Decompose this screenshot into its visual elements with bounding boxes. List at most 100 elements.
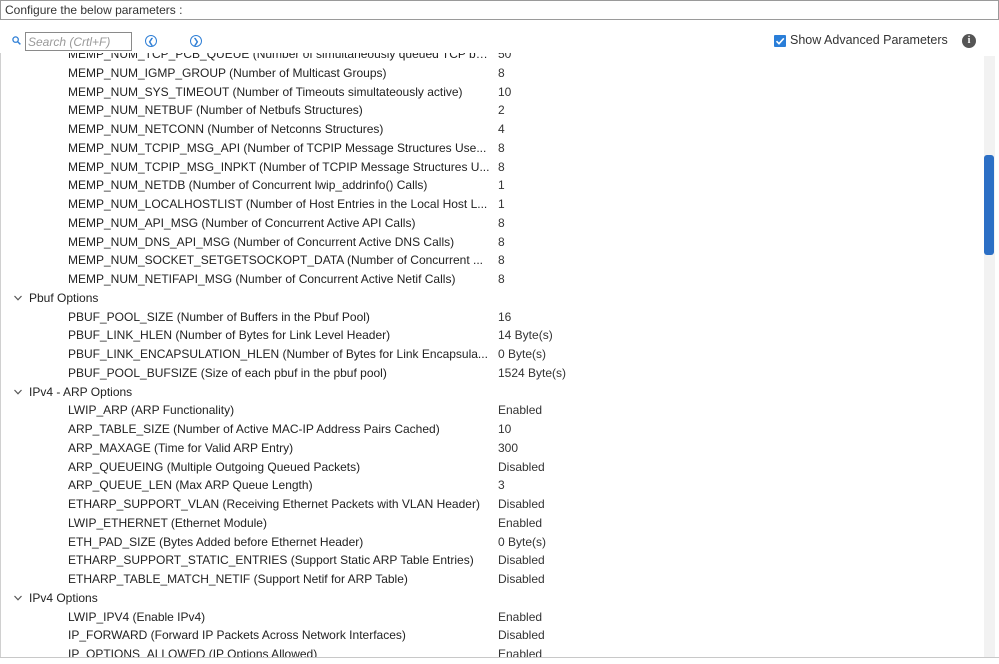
parameter-value[interactable]: 8 bbox=[498, 214, 505, 233]
parameter-name: MEMP_NUM_TCPIP_MSG_INPKT (Number of TCPI… bbox=[68, 159, 490, 174]
search-previous-button[interactable]: ❮ bbox=[145, 35, 157, 47]
parameter-row[interactable]: ETHARP_SUPPORT_STATIC_ENTRIES (Support S… bbox=[0, 551, 984, 570]
parameter-value[interactable]: Disabled bbox=[498, 495, 545, 514]
chevron-right-icon: ❯ bbox=[192, 37, 200, 46]
parameter-value[interactable]: 8 bbox=[498, 251, 505, 270]
parameter-row[interactable]: ETHARP_SUPPORT_VLAN (Receiving Ethernet … bbox=[0, 495, 984, 514]
parameter-value[interactable]: 8 bbox=[498, 233, 505, 252]
info-icon[interactable]: i bbox=[962, 34, 976, 48]
tree-group-label: Pbuf Options bbox=[29, 290, 99, 305]
parameter-row[interactable]: ARP_QUEUE_LEN (Max ARP Queue Length) 3 bbox=[0, 476, 984, 495]
parameter-name: ETHARP_TABLE_MATCH_NETIF (Support Netif … bbox=[68, 572, 408, 586]
show-advanced-label[interactable]: Show Advanced Parameters bbox=[790, 33, 948, 47]
parameter-value[interactable]: Disabled bbox=[498, 458, 545, 477]
tree-group-row[interactable]: IPv4 - ARP Options bbox=[0, 383, 984, 402]
parameter-value[interactable]: 8 bbox=[498, 158, 505, 177]
parameter-name: ETHARP_SUPPORT_STATIC_ENTRIES (Support S… bbox=[68, 553, 474, 568]
parameter-name: ARP_QUEUEING (Multiple Outgoing Queued P… bbox=[68, 459, 361, 474]
parameter-value[interactable]: Disabled bbox=[498, 551, 545, 570]
chevron-down-icon[interactable] bbox=[13, 589, 23, 608]
parameter-name: MEMP_NUM_API_MSG (Number of Concurrent A… bbox=[68, 215, 416, 230]
parameter-value[interactable]: 8 bbox=[498, 139, 505, 158]
parameter-name: ETHARP_SUPPORT_VLAN (Receiving Ethernet … bbox=[68, 497, 480, 511]
parameter-value[interactable]: 4 bbox=[498, 120, 505, 139]
parameter-row[interactable]: IP_OPTIONS_ALLOWED (IP Options Allowed) E… bbox=[0, 645, 984, 657]
parameter-row[interactable]: PBUF_LINK_ENCAPSULATION_HLEN (Number of … bbox=[0, 345, 984, 364]
parameter-value[interactable]: Disabled bbox=[498, 626, 545, 645]
tree-group-row[interactable]: IPv4 Options bbox=[0, 589, 984, 608]
parameter-value[interactable]: 50 bbox=[498, 53, 511, 64]
parameter-row[interactable]: MEMP_NUM_DNS_API_MSG (Number of Concurre… bbox=[0, 233, 984, 252]
vertical-scrollbar-thumb[interactable] bbox=[984, 155, 994, 255]
parameter-name: ARP_QUEUE_LEN (Max ARP Queue Length) bbox=[68, 478, 313, 493]
parameter-value[interactable]: 2 bbox=[498, 101, 505, 120]
parameter-row[interactable]: PBUF_LINK_HLEN (Number of Bytes for Link… bbox=[0, 326, 984, 345]
show-advanced-checkbox[interactable] bbox=[774, 35, 786, 47]
parameter-name: LWIP_IPV4 (Enable IPv4) bbox=[68, 609, 206, 624]
parameter-row[interactable]: PBUF_POOL_BUFSIZE (Size of each pbuf in … bbox=[0, 364, 984, 383]
parameter-row[interactable]: MEMP_NUM_NETDB (Number of Concurrent lwi… bbox=[0, 176, 984, 195]
search-input[interactable] bbox=[25, 32, 132, 51]
parameter-name: MEMP_NUM_NETCONN (Number of Netconns Str… bbox=[68, 122, 384, 136]
parameter-row[interactable]: MEMP_NUM_NETBUF (Number of Netbufs Struc… bbox=[0, 101, 984, 120]
config-header: Configure the below parameters : bbox=[0, 0, 999, 20]
tree-group-row[interactable]: Pbuf Options bbox=[0, 289, 984, 308]
parameter-value[interactable]: 1 bbox=[498, 195, 505, 214]
parameter-row[interactable]: LWIP_IPV4 (Enable IPv4) Enabled bbox=[0, 608, 984, 627]
parameter-value[interactable]: 300 bbox=[498, 439, 518, 458]
parameter-row[interactable]: ETH_PAD_SIZE (Bytes Added before Etherne… bbox=[0, 533, 984, 552]
parameter-value[interactable]: 1 bbox=[498, 176, 505, 195]
parameter-row[interactable]: MEMP_NUM_LOCALHOSTLIST (Number of Host E… bbox=[0, 195, 984, 214]
info-icon-glyph: i bbox=[967, 35, 971, 46]
parameter-name: LWIP_ETHERNET (Ethernet Module) bbox=[68, 515, 267, 530]
parameter-value[interactable]: Enabled bbox=[498, 645, 542, 657]
parameter-value[interactable]: 3 bbox=[498, 476, 505, 495]
parameter-value[interactable]: 10 bbox=[498, 83, 511, 102]
parameter-value[interactable]: 14 Byte(s) bbox=[498, 326, 553, 345]
parameter-row[interactable]: MEMP_NUM_TCPIP_MSG_INPKT (Number of TCPI… bbox=[0, 158, 984, 177]
parameter-value[interactable]: 10 bbox=[498, 420, 511, 439]
parameter-value[interactable]: 1524 Byte(s) bbox=[498, 364, 566, 383]
parameter-name: IP_FORWARD (Forward IP Packets Across Ne… bbox=[68, 628, 406, 643]
parameter-name: MEMP_NUM_NETBUF (Number of Netbufs Struc… bbox=[68, 103, 363, 118]
parameter-value[interactable]: Disabled bbox=[498, 570, 545, 589]
parameter-row[interactable]: MEMP_NUM_NETCONN (Number of Netconns Str… bbox=[0, 120, 984, 139]
parameter-row[interactable]: MEMP_NUM_SYS_TIMEOUT (Number of Timeouts… bbox=[0, 83, 984, 102]
parameter-value[interactable]: 0 Byte(s) bbox=[498, 345, 546, 364]
parameter-row[interactable]: MEMP_NUM_NETIFAPI_MSG (Number of Concurr… bbox=[0, 270, 984, 289]
parameter-row[interactable]: ARP_TABLE_SIZE (Number of Active MAC-IP … bbox=[0, 420, 984, 439]
parameter-row[interactable]: ARP_MAXAGE (Time for Valid ARP Entry) 300 bbox=[0, 439, 984, 458]
search-next-button[interactable]: ❯ bbox=[190, 35, 202, 47]
parameter-tree-content: MEMP_NUM_TCP_PCB_QUEUE (Number of simult… bbox=[0, 53, 984, 657]
parameter-row[interactable]: ETHARP_TABLE_MATCH_NETIF (Support Netif … bbox=[0, 570, 984, 589]
parameter-value[interactable]: Enabled bbox=[498, 401, 542, 420]
parameter-value[interactable]: Enabled bbox=[498, 514, 542, 533]
chevron-down-icon[interactable] bbox=[13, 289, 23, 308]
parameter-tree: MEMP_NUM_TCP_PCB_QUEUE (Number of simult… bbox=[0, 53, 984, 657]
parameter-row[interactable]: MEMP_NUM_API_MSG (Number of Concurrent A… bbox=[0, 214, 984, 233]
parameter-row[interactable]: IP_FORWARD (Forward IP Packets Across Ne… bbox=[0, 626, 984, 645]
parameter-name: MEMP_NUM_SOCKET_SETGETSOCKOPT_DATA (Numb… bbox=[68, 253, 483, 268]
chevron-down-icon[interactable] bbox=[13, 383, 23, 402]
parameter-row[interactable]: MEMP_NUM_IGMP_GROUP (Number of Multicast… bbox=[0, 64, 984, 83]
tree-group-label: IPv4 Options bbox=[29, 590, 98, 605]
parameter-value[interactable]: 0 Byte(s) bbox=[498, 533, 546, 552]
parameter-name: MEMP_NUM_DNS_API_MSG (Number of Concurre… bbox=[68, 234, 455, 249]
parameter-name: ARP_MAXAGE (Time for Valid ARP Entry) bbox=[68, 440, 294, 455]
parameter-row[interactable]: MEMP_NUM_TCP_PCB_QUEUE (Number of simult… bbox=[0, 53, 984, 64]
parameter-row[interactable]: ARP_QUEUEING (Multiple Outgoing Queued P… bbox=[0, 458, 984, 477]
parameter-name: MEMP_NUM_NETDB (Number of Concurrent lwi… bbox=[68, 178, 428, 193]
vertical-scrollbar-track[interactable] bbox=[984, 56, 995, 657]
parameter-value[interactable]: Enabled bbox=[498, 608, 542, 627]
parameter-row[interactable]: PBUF_POOL_SIZE (Number of Buffers in the… bbox=[0, 308, 984, 327]
parameter-value[interactable]: 16 bbox=[498, 308, 511, 327]
parameter-row[interactable]: MEMP_NUM_SOCKET_SETGETSOCKOPT_DATA (Numb… bbox=[0, 251, 984, 270]
parameter-row[interactable]: MEMP_NUM_TCPIP_MSG_API (Number of TCPIP … bbox=[0, 139, 984, 158]
config-header-title: Configure the below parameters : bbox=[5, 3, 183, 17]
parameter-value[interactable]: 8 bbox=[498, 64, 505, 83]
search-icon bbox=[12, 36, 21, 45]
parameter-row[interactable]: LWIP_ARP (ARP Functionality) Enabled bbox=[0, 401, 984, 420]
parameter-row[interactable]: LWIP_ETHERNET (Ethernet Module) Enabled bbox=[0, 514, 984, 533]
parameter-value[interactable]: 8 bbox=[498, 270, 505, 289]
parameter-name: ETH_PAD_SIZE (Bytes Added before Etherne… bbox=[68, 534, 364, 549]
